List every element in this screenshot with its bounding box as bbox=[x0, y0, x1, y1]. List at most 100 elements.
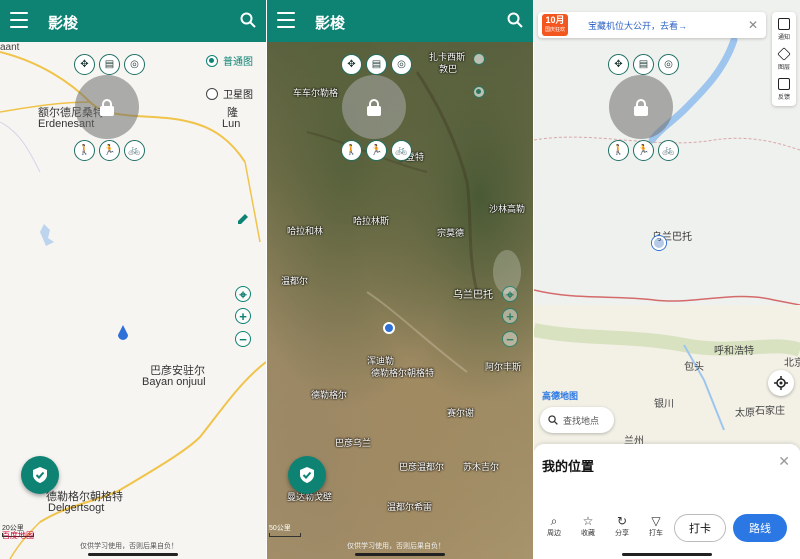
location-pin-icon[interactable]: ◎ bbox=[658, 54, 679, 75]
tool-row-top: ✥ ▤ ◎ bbox=[341, 54, 412, 75]
walk-icon[interactable]: 🚶 bbox=[74, 140, 95, 161]
shield-check-icon bbox=[300, 467, 314, 483]
app-bar: 影梭 bbox=[267, 0, 533, 42]
home-indicator bbox=[88, 553, 178, 556]
crosshair-icon bbox=[774, 376, 788, 390]
search-icon[interactable] bbox=[240, 12, 256, 28]
map-label: Bayan onjuul bbox=[142, 376, 206, 388]
app-title: 影梭 bbox=[48, 15, 79, 32]
map-label: 乌兰巴托 bbox=[453, 290, 493, 301]
promo-banner[interactable]: 10月 国庆狂欢 宝藏机位大公开，去看→ ✕ bbox=[538, 12, 766, 38]
menu-icon[interactable] bbox=[277, 12, 295, 28]
location-pin-icon[interactable]: ◎ bbox=[124, 54, 145, 75]
bookmark-list-icon[interactable]: ▤ bbox=[633, 54, 654, 75]
route-button[interactable]: 路线 bbox=[733, 514, 787, 542]
nearby-button[interactable]: ⌕ 周边 bbox=[540, 514, 568, 538]
search-placeholder: 查找地点 bbox=[563, 415, 600, 426]
map-label: 巴彦乌兰 bbox=[335, 438, 372, 448]
radio-unselected-icon bbox=[206, 87, 218, 100]
tool-row-top: ✥ ▤ ◎ bbox=[608, 54, 679, 75]
map-label: 哈拉林斯 bbox=[353, 216, 390, 226]
bike-icon[interactable]: 🚲 bbox=[391, 140, 412, 161]
layer-normal-label: 普通图 bbox=[223, 57, 253, 68]
map-label: 德勒格尔 bbox=[311, 390, 348, 400]
joystick-lock[interactable] bbox=[609, 75, 673, 139]
start-mock-fab[interactable] bbox=[21, 456, 59, 494]
menu-icon[interactable] bbox=[10, 12, 28, 28]
zoom-out-icon[interactable]: − bbox=[235, 331, 251, 347]
tool-row-bottom: 🚶 🏃 🚲 bbox=[341, 140, 412, 161]
panel-amap: 10月 国庆狂欢 宝藏机位大公开，去看→ ✕ 通知 图层 反馈 ✥ ▤ ◎ 🚶 🏃… bbox=[534, 0, 800, 559]
tool-row-top: ✥ ▤ ◎ bbox=[74, 54, 145, 75]
move-icon[interactable]: ✥ bbox=[341, 54, 362, 75]
panel-standard-map: 影梭 aant 额尔德尼桑特 Erdenesant 隆 Lun 巴彦安驻尔 Ba… bbox=[0, 0, 266, 559]
run-icon[interactable]: 🏃 bbox=[366, 140, 387, 161]
walk-icon[interactable]: 🚶 bbox=[341, 140, 362, 161]
zoom-in-icon[interactable]: + bbox=[502, 308, 518, 324]
map-label: 敦巴 bbox=[439, 64, 458, 74]
my-location-icon[interactable]: ⌖ bbox=[235, 286, 251, 302]
search-icon: ⌕ bbox=[550, 514, 558, 528]
location-marker-icon bbox=[118, 325, 128, 340]
feedback-icon bbox=[778, 77, 790, 90]
promo-badge: 10月 国庆狂欢 bbox=[542, 14, 568, 36]
close-icon[interactable]: ✕ bbox=[748, 18, 758, 32]
bike-icon[interactable]: 🚲 bbox=[124, 140, 145, 161]
location-marker-icon bbox=[383, 322, 395, 334]
move-icon[interactable]: ✥ bbox=[74, 54, 95, 75]
notification-tool[interactable]: 通知 bbox=[772, 14, 796, 44]
map-label: 太原 bbox=[735, 408, 755, 419]
tool-row-bottom: 🚶 🏃 🚲 bbox=[608, 140, 679, 161]
walk-icon[interactable]: 🚶 bbox=[608, 140, 629, 161]
layer-satellite-radio[interactable] bbox=[473, 86, 485, 98]
map-label: 苏木吉尔 bbox=[463, 462, 500, 472]
sheet-actions: ⌕ 周边 ☆ 收藏 ↻ 分享 ▽ 打车 bbox=[540, 514, 670, 538]
tool-row-bottom: 🚶 🏃 🚲 bbox=[74, 140, 145, 161]
map-label: 哈拉和林 bbox=[287, 226, 324, 236]
taxi-icon: ▽ bbox=[651, 514, 661, 528]
bookmark-list-icon[interactable]: ▤ bbox=[99, 54, 120, 75]
side-toolbar: 通知 图层 反馈 bbox=[772, 12, 796, 106]
run-icon[interactable]: 🏃 bbox=[99, 140, 120, 161]
location-pin-icon[interactable]: ◎ bbox=[391, 54, 412, 75]
joystick-lock[interactable] bbox=[342, 75, 406, 139]
map-label: 德勒格尔朝格特 bbox=[371, 368, 435, 378]
edit-icon[interactable] bbox=[236, 212, 250, 226]
map-label: 巴彦温都尔 bbox=[399, 462, 445, 472]
map-label: 沙林高勒 bbox=[489, 204, 526, 214]
joystick-lock[interactable] bbox=[75, 75, 139, 139]
map-label: 宗莫德 bbox=[437, 228, 465, 238]
my-location-sheet: 我的位置 ✕ ⌕ 周边 ☆ 收藏 ↻ 分享 ▽ 打车 打卡 路线 bbox=[534, 444, 800, 559]
start-mock-fab[interactable] bbox=[288, 456, 326, 494]
bike-icon[interactable]: 🚲 bbox=[658, 140, 679, 161]
search-icon[interactable] bbox=[507, 12, 523, 28]
search-icon bbox=[548, 415, 558, 425]
baidu-logo: 百度地图 bbox=[2, 531, 34, 540]
run-icon[interactable]: 🏃 bbox=[633, 140, 654, 161]
bookmark-list-icon[interactable]: ▤ bbox=[366, 54, 387, 75]
layer-satellite-radio[interactable]: 卫星图 bbox=[206, 86, 253, 101]
layers-tool[interactable]: 图层 bbox=[772, 44, 796, 74]
shield-check-icon bbox=[33, 467, 47, 483]
radio-selected-icon bbox=[206, 54, 218, 67]
zoom-out-icon[interactable]: − bbox=[502, 331, 518, 347]
feedback-tool[interactable]: 反馈 bbox=[772, 74, 796, 104]
my-location-icon[interactable]: ⌖ bbox=[502, 286, 518, 302]
message-icon bbox=[778, 17, 790, 30]
layers-icon bbox=[777, 46, 791, 61]
layer-normal-radio[interactable] bbox=[473, 53, 485, 65]
promo-text: 宝藏机位大公开，去看→ bbox=[588, 21, 688, 31]
taxi-button[interactable]: ▽ 打车 bbox=[642, 514, 670, 538]
home-indicator bbox=[355, 553, 445, 556]
lock-icon bbox=[634, 99, 648, 116]
move-icon[interactable]: ✥ bbox=[608, 54, 629, 75]
my-location-button[interactable] bbox=[768, 370, 794, 396]
checkin-button[interactable]: 打卡 bbox=[674, 514, 726, 542]
radio-unselected-icon bbox=[473, 53, 485, 65]
layer-normal-radio[interactable]: 普通图 bbox=[206, 53, 253, 68]
share-button[interactable]: ↻ 分享 bbox=[608, 514, 636, 538]
search-place-input[interactable]: 查找地点 bbox=[540, 407, 614, 433]
close-icon[interactable]: ✕ bbox=[778, 453, 790, 470]
favorite-button[interactable]: ☆ 收藏 bbox=[574, 514, 602, 538]
zoom-in-icon[interactable]: + bbox=[235, 308, 251, 324]
